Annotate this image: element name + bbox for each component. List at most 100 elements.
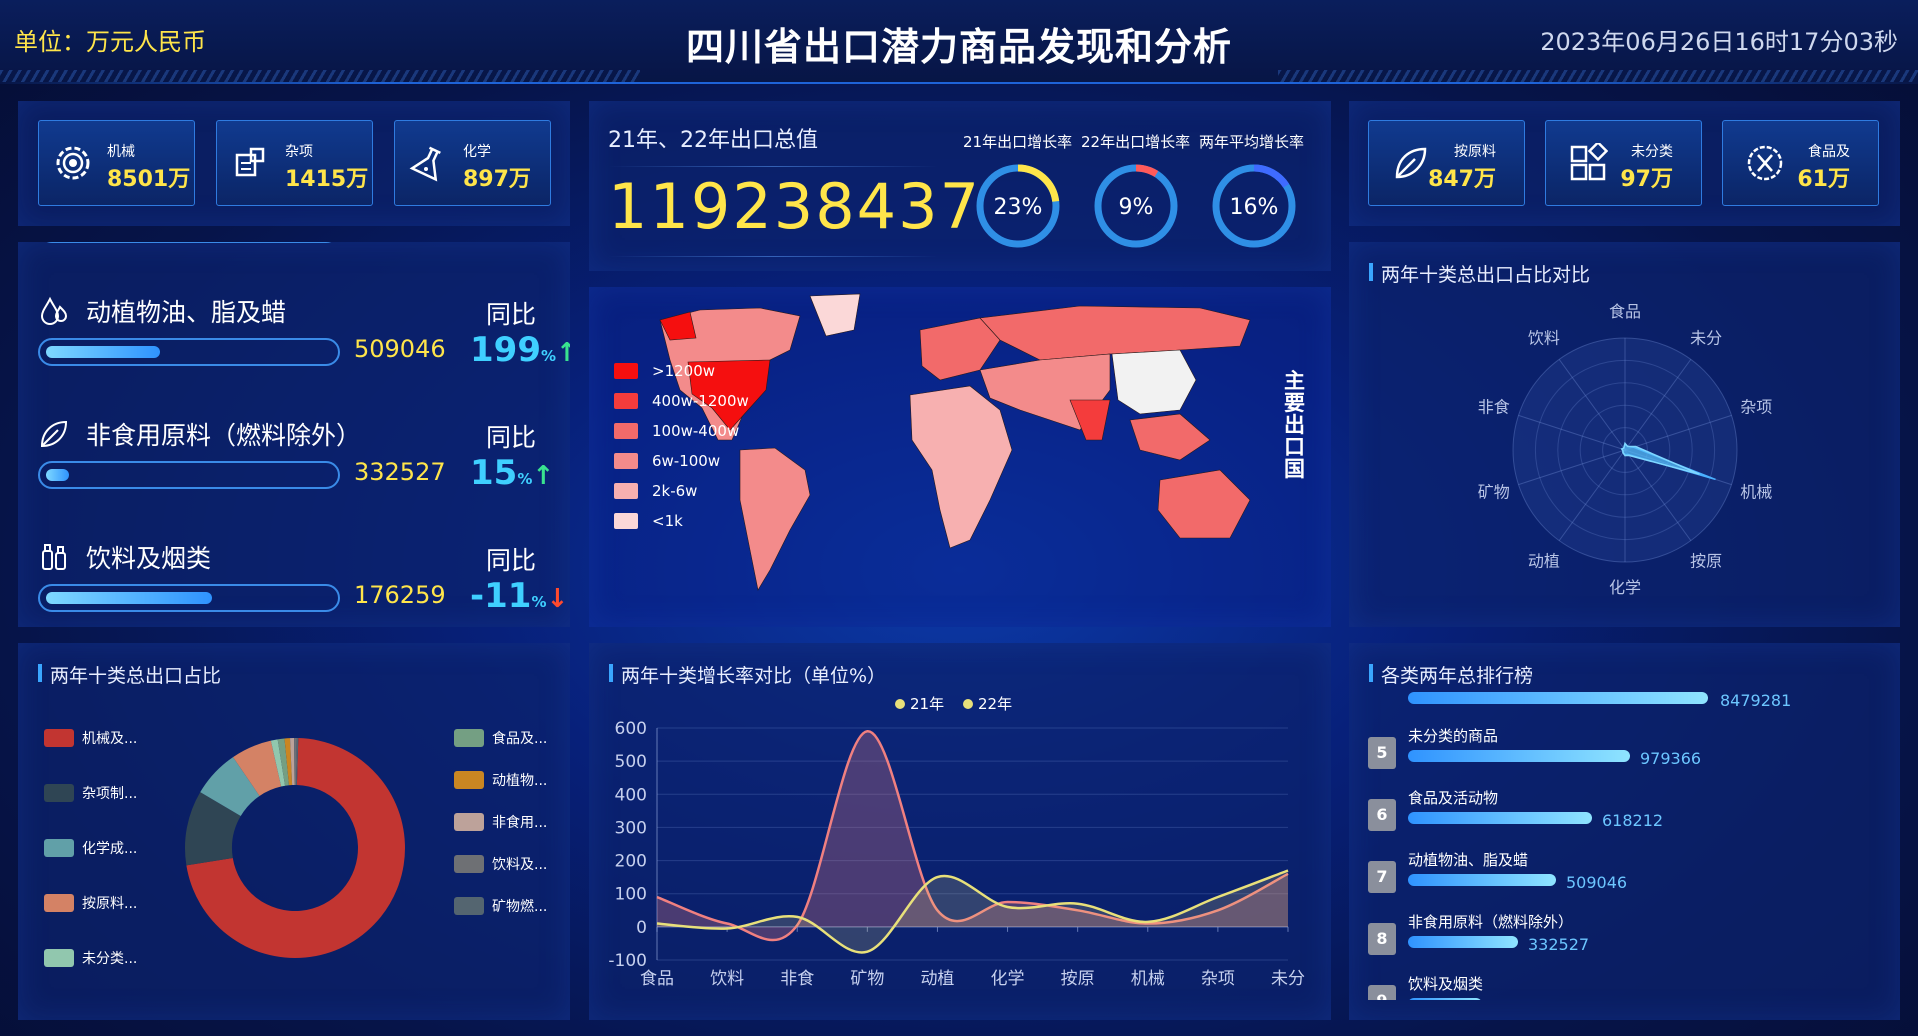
- progress-bar: [38, 584, 340, 612]
- rank-value: 332527: [1528, 935, 1590, 954]
- item-yoy-pct: 199%↑: [470, 330, 570, 370]
- radar-axis-label: 矿物: [1478, 483, 1510, 502]
- map-legend-item: 400w-1200w: [614, 392, 749, 410]
- ring-label: 22年出口增长率: [1081, 133, 1191, 151]
- rank-row[interactable]: 6 食品及活动物 618212: [1368, 781, 1888, 839]
- total-value: 119238437: [608, 170, 982, 243]
- ranking-list[interactable]: 8479281 5 未分类的商品 979366 6 食品及活动物 618212 …: [0, 683, 1918, 1000]
- arrow-up-icon: ↑: [556, 338, 570, 368]
- gear-icon: [51, 141, 95, 185]
- legend-label: >1200w: [652, 362, 716, 380]
- card-chemical[interactable]: 化学 897万: [394, 120, 551, 206]
- category-list[interactable]: 618212 105%↑ 动植物油、脂及蜡 同比 509046 199%↑ 非食…: [18, 242, 570, 627]
- food-icon: [1743, 141, 1787, 185]
- item-name: 非食用原料（燃料除外）: [86, 421, 362, 450]
- card-value: 897万: [463, 167, 531, 192]
- arrow-up-icon: ↑: [532, 461, 555, 491]
- leaf-icon: [1389, 141, 1433, 185]
- legend-label: 6w-100w: [652, 452, 721, 470]
- map-south-america[interactable]: [739, 447, 811, 591]
- rank-name: 未分类的商品: [1408, 727, 1499, 745]
- item-yoy-pct: 105%↑: [470, 242, 570, 247]
- item-value: 509046: [354, 335, 446, 363]
- map-china[interactable]: [1111, 349, 1197, 415]
- header-bar: 单位：万元人民币 四川省出口潜力商品发现和分析 2023年06月26日16时17…: [0, 0, 1918, 84]
- divider: [608, 256, 938, 257]
- progress-fill: [46, 346, 160, 358]
- bottle-icon: [38, 541, 70, 573]
- header-stripe-right: [1278, 70, 1918, 82]
- leaf-icon: [38, 418, 70, 450]
- arrow-down-icon: ↓: [546, 584, 569, 614]
- rank-row[interactable]: 5 未分类的商品 979366: [1368, 719, 1888, 777]
- panel-title: 两年十类总出口占比对比: [1369, 260, 1590, 287]
- rank-row[interactable]: 8479281: [1368, 683, 1888, 719]
- map-africa[interactable]: [909, 385, 1013, 549]
- map-russia[interactable]: [979, 305, 1251, 361]
- card-misc[interactable]: 杂项 1415万: [216, 120, 373, 206]
- header-stripe-left: [0, 70, 640, 82]
- card-food[interactable]: 食品及 61万: [1722, 120, 1879, 206]
- list-item[interactable]: 动植物油、脂及蜡 同比 509046 199%↑: [18, 279, 570, 402]
- radar-axis-label: 按原: [1690, 552, 1722, 571]
- item-value: 176259: [354, 581, 446, 609]
- total-label: 21年、22年出口总值: [608, 128, 818, 153]
- flask-icon: [407, 141, 451, 185]
- radar-axis-label: 动植: [1528, 552, 1560, 571]
- card-unclassified[interactable]: 未分类 97万: [1545, 120, 1702, 206]
- legend-swatch: [614, 453, 638, 469]
- radar-axis-label: 饮料: [1528, 328, 1560, 347]
- map-australia[interactable]: [1157, 469, 1251, 539]
- list-item[interactable]: 非食用原料（燃料除外） 同比 332527 15%↑: [18, 402, 570, 525]
- card-value: 847万: [1428, 167, 1496, 192]
- rank-badge: 5: [1368, 737, 1396, 769]
- droplet-icon: [38, 295, 70, 327]
- card-value: 97万: [1620, 167, 1673, 192]
- datetime: 2023年06月26日16时17分03秒: [1540, 28, 1898, 56]
- radar-axis-label: 化学: [1609, 578, 1641, 597]
- list-item[interactable]: 618212 105%↑: [18, 242, 570, 279]
- map-greenland[interactable]: [809, 293, 861, 337]
- rank-row[interactable]: 9 饮料及烟类 176259: [1368, 967, 1888, 1000]
- card-label: 未分类: [1631, 144, 1673, 160]
- card-label: 食品及: [1808, 144, 1850, 160]
- item-yoy-pct: 15%↑: [470, 453, 555, 493]
- misc-goods-icon: [229, 141, 273, 185]
- map-southeast-asia[interactable]: [1129, 413, 1211, 461]
- card-value: 1415万: [285, 167, 369, 192]
- rank-bar: [1408, 936, 1518, 948]
- card-label: 化学: [463, 144, 491, 160]
- ring-value: 16%: [1230, 195, 1279, 220]
- card-label: 按原料: [1454, 144, 1496, 160]
- rank-value: 8479281: [1720, 691, 1792, 710]
- rank-value: 176259: [1492, 997, 1553, 1000]
- map-legend-item: >1200w: [614, 362, 715, 380]
- list-item[interactable]: 饮料及烟类 同比 176259 -11%↓: [18, 525, 570, 627]
- radar-axis-label: 非食: [1478, 397, 1510, 416]
- radar-chart: 食品未分杂项机械按原化学 动植 矿物 非食 饮料: [1478, 302, 1773, 597]
- card-value: 61万: [1797, 167, 1850, 192]
- divider: [608, 166, 938, 167]
- item-value: 332527: [354, 458, 446, 486]
- radar-axis-label: 机械: [1740, 483, 1772, 502]
- ring-value: 23%: [994, 195, 1043, 220]
- card-raw-material[interactable]: 按原料 847万: [1368, 120, 1525, 206]
- rank-value: 979366: [1640, 749, 1702, 768]
- map-legend-item: 6w-100w: [614, 452, 720, 470]
- rank-name: 动植物油、脂及蜡: [1408, 851, 1529, 869]
- rank-row[interactable]: 8 非食用原料（燃料除外） 332527: [1368, 905, 1888, 963]
- card-label: 杂项: [285, 144, 313, 160]
- ring-value: 9%: [1119, 195, 1154, 220]
- pct-number: 199: [470, 330, 541, 370]
- rank-badge: 9: [1368, 985, 1396, 1000]
- rank-row[interactable]: 7 动植物油、脂及蜡 509046: [1368, 843, 1888, 901]
- legend-swatch: [614, 423, 638, 439]
- card-machinery[interactable]: 机械 8501万: [38, 120, 195, 206]
- grid-icon: [1566, 141, 1610, 185]
- rank-name: 食品及活动物: [1408, 789, 1499, 807]
- map-side-label: 主要出口国: [1284, 369, 1305, 481]
- world-map[interactable]: [640, 290, 1270, 610]
- header-edge: [0, 82, 1918, 84]
- legend-label: <1k: [652, 512, 683, 530]
- arrow-up-icon: ↑: [556, 242, 570, 245]
